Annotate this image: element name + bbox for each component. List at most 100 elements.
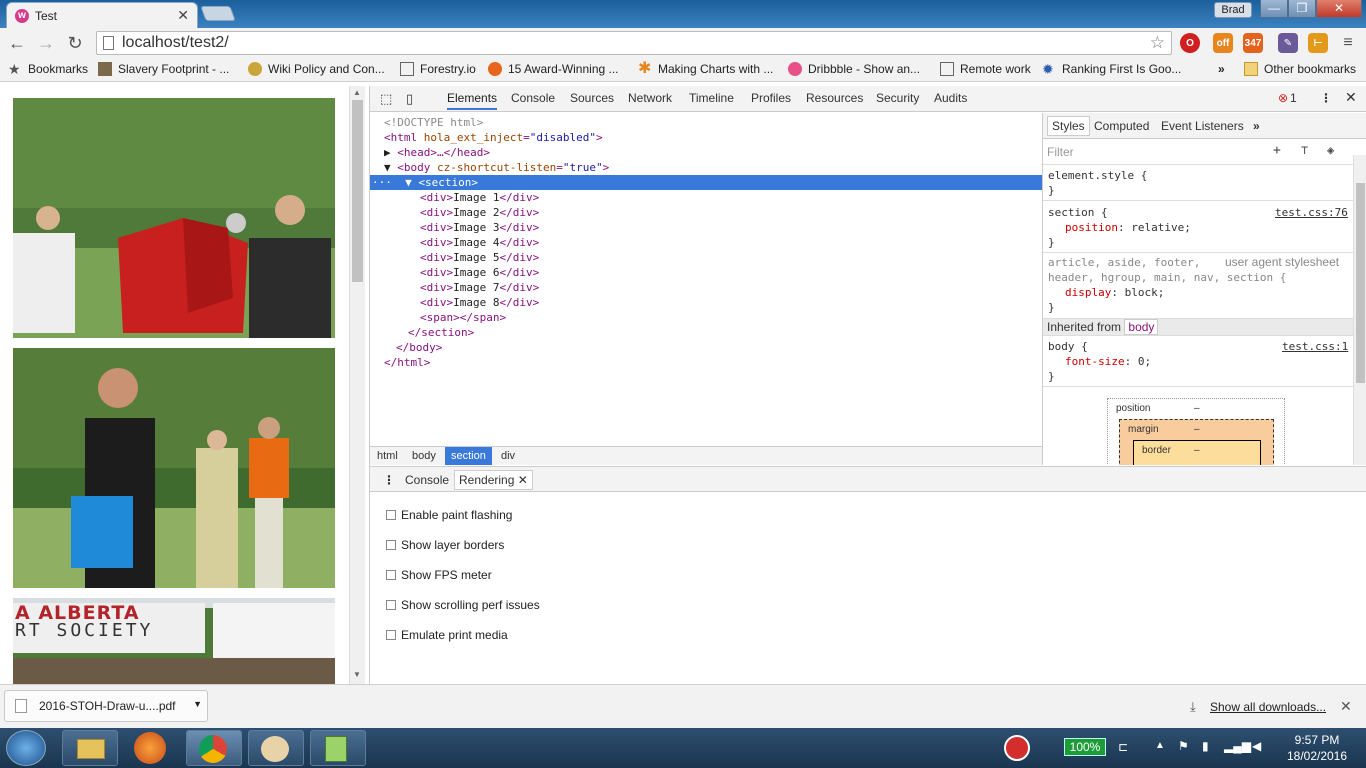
maximize-button[interactable]: ❐ (1288, 0, 1316, 18)
paint-taskbar-button[interactable] (248, 730, 304, 766)
doctype-node[interactable]: <!DOCTYPE html> (384, 115, 483, 130)
firefox-icon[interactable] (134, 732, 166, 764)
rendering-option[interactable]: Enable paint flashing (386, 508, 512, 522)
html-node[interactable]: <html hola_ext_inject="disabled"> (384, 130, 603, 145)
start-button[interactable] (6, 730, 46, 766)
ua-selector[interactable]: article, aside, footer, (1048, 255, 1200, 270)
ua-selector[interactable]: header, hgroup, main, nav, section { (1048, 270, 1286, 285)
bookmark-item[interactable]: 15 Award-Winning ... (488, 62, 619, 76)
bookmark-item[interactable]: Forestry.io (400, 62, 476, 76)
chrome-taskbar-button[interactable] (186, 730, 242, 766)
span-node[interactable]: <span></span> (420, 310, 506, 325)
bookmarks-button[interactable]: ★ Bookmarks (8, 62, 88, 76)
volume-icon[interactable]: ◀ (1252, 739, 1261, 753)
pin-icon[interactable]: ⊤ (1301, 143, 1308, 157)
body-selector[interactable]: body { (1048, 339, 1088, 354)
more-options-icon[interactable]: ⋮ (1320, 91, 1332, 105)
crumb-body[interactable]: body (412, 450, 436, 462)
honey-off-icon[interactable]: off (1213, 33, 1233, 53)
battery-meter[interactable]: 100% (1064, 738, 1106, 756)
tab-elements[interactable]: Elements (447, 91, 498, 110)
toggle-state-icon[interactable]: ◈ (1327, 143, 1334, 157)
notepad-taskbar-button[interactable] (310, 730, 366, 766)
tab-computed[interactable]: Computed (1094, 119, 1149, 133)
drawer-tab-console[interactable]: Console (405, 473, 449, 487)
dom-tree[interactable]: <!DOCTYPE html> <html hola_ext_inject="d… (370, 113, 1042, 446)
new-tab-button[interactable] (200, 6, 236, 21)
ellipsis-icon[interactable]: ··· (372, 176, 392, 189)
scroll-down-icon[interactable]: ▼ (353, 670, 361, 679)
drawer-tab-rendering[interactable]: Rendering ✕ (454, 470, 533, 490)
profile-button[interactable]: Brad (1214, 2, 1252, 18)
div-node[interactable]: <div>Image 1</div> (420, 190, 539, 205)
dropdown-arrow-icon[interactable]: ▼ (193, 699, 202, 709)
element-style-selector[interactable]: element.style { (1048, 168, 1147, 183)
tab-close-icon[interactable]: ✕ (177, 7, 189, 24)
opera-vpn-icon[interactable]: O (1180, 33, 1200, 53)
bookmark-item[interactable]: Dribbble - Show an... (788, 62, 920, 76)
filter-input[interactable]: Filter (1047, 145, 1074, 159)
page-scrollbar[interactable]: ▲ ▼ (349, 86, 365, 684)
tab-sources[interactable]: Sources (570, 91, 614, 105)
error-icon[interactable]: ⊗ (1278, 91, 1288, 105)
tab-timeline[interactable]: Timeline (689, 91, 734, 105)
system-clock[interactable]: 9:57 PM 18/02/2016 (1272, 732, 1362, 764)
tab-profiles[interactable]: Profiles (751, 91, 791, 105)
close-shelf-icon[interactable]: ✕ (1340, 698, 1352, 715)
section-selector[interactable]: section { (1048, 205, 1108, 220)
show-hidden-icons-icon[interactable]: ▲ (1155, 740, 1165, 751)
address-bar[interactable]: localhost/test2/ ☆ (96, 31, 1172, 55)
inherited-tag[interactable]: body (1124, 319, 1159, 335)
scrollbar-thumb[interactable] (1356, 183, 1365, 383)
crumb-section[interactable]: section (445, 447, 492, 465)
tab-audits[interactable]: Audits (934, 91, 967, 105)
section-node[interactable]: ··· ▼ <section> (372, 175, 478, 190)
extension-icon[interactable]: ⊢ (1308, 33, 1328, 53)
scroll-up-icon[interactable]: ▲ (353, 88, 361, 97)
drawer-menu-icon[interactable]: ⋮ (383, 473, 395, 487)
expand-arrow-icon[interactable]: ▶ (384, 146, 391, 159)
div-node[interactable]: <div>Image 3</div> (420, 220, 539, 235)
bookmark-star-icon[interactable]: ☆ (1150, 33, 1165, 53)
section-declaration[interactable]: position: relative; (1065, 220, 1191, 235)
reload-icon[interactable]: ↻ (64, 33, 86, 53)
styles-scrollbar[interactable] (1353, 155, 1366, 465)
tab-resources[interactable]: Resources (806, 91, 863, 105)
checkbox[interactable] (386, 570, 396, 580)
checkbox[interactable] (386, 630, 396, 640)
div-node[interactable]: <div>Image 4</div> (420, 235, 539, 250)
body-node[interactable]: ▼ <body cz-shortcut-listen="true"> (384, 160, 609, 175)
bookmark-item[interactable]: ✱ Making Charts with ... (638, 61, 773, 77)
scrollbar-thumb[interactable] (352, 100, 363, 282)
collapse-arrow-icon[interactable]: ▼ (384, 161, 391, 174)
power-icon[interactable]: ▮ (1202, 739, 1209, 753)
div-node[interactable]: <div>Image 6</div> (420, 265, 539, 280)
device-mode-icon[interactable]: ▯ (406, 91, 413, 107)
crumb-div[interactable]: div (501, 450, 515, 462)
show-all-downloads-link[interactable]: Show all downloads... (1210, 700, 1326, 714)
close-devtools-icon[interactable]: ✕ (1345, 89, 1357, 106)
tab-styles[interactable]: Styles (1047, 116, 1090, 136)
rss-icon[interactable]: 347 (1243, 33, 1263, 53)
div-node[interactable]: <div>Image 2</div> (420, 205, 539, 220)
page-viewport[interactable]: A ALBERTA RT SOCIETY (0, 86, 349, 684)
browser-tab[interactable]: w Test ✕ (6, 2, 198, 28)
checkbox[interactable] (386, 600, 396, 610)
rendering-option[interactable]: Show layer borders (386, 538, 504, 552)
add-rule-icon[interactable]: + (1273, 143, 1281, 158)
menu-icon[interactable]: ≡ (1338, 33, 1358, 53)
tab-network[interactable]: Network (628, 91, 672, 105)
security-tray-icon[interactable] (1004, 735, 1030, 761)
error-count[interactable]: 1 (1290, 91, 1297, 105)
bookmark-item[interactable]: Remote work (940, 62, 1031, 76)
rendering-option[interactable]: Show scrolling perf issues (386, 598, 540, 612)
eyedropper-icon[interactable]: ✎ (1278, 33, 1298, 53)
download-item[interactable]: 2016-STOH-Draw-u....pdf ▼ (4, 690, 208, 722)
forward-arrow-icon[interactable]: → (35, 33, 57, 53)
section-close-node[interactable]: </section> (408, 325, 474, 340)
url-text[interactable]: localhost/test2/ (122, 34, 229, 52)
minimize-button[interactable]: — (1260, 0, 1288, 18)
section-source-link[interactable]: test.css:76 (1275, 205, 1348, 220)
tab-security[interactable]: Security (876, 91, 919, 105)
crumb-html[interactable]: html (377, 450, 398, 462)
